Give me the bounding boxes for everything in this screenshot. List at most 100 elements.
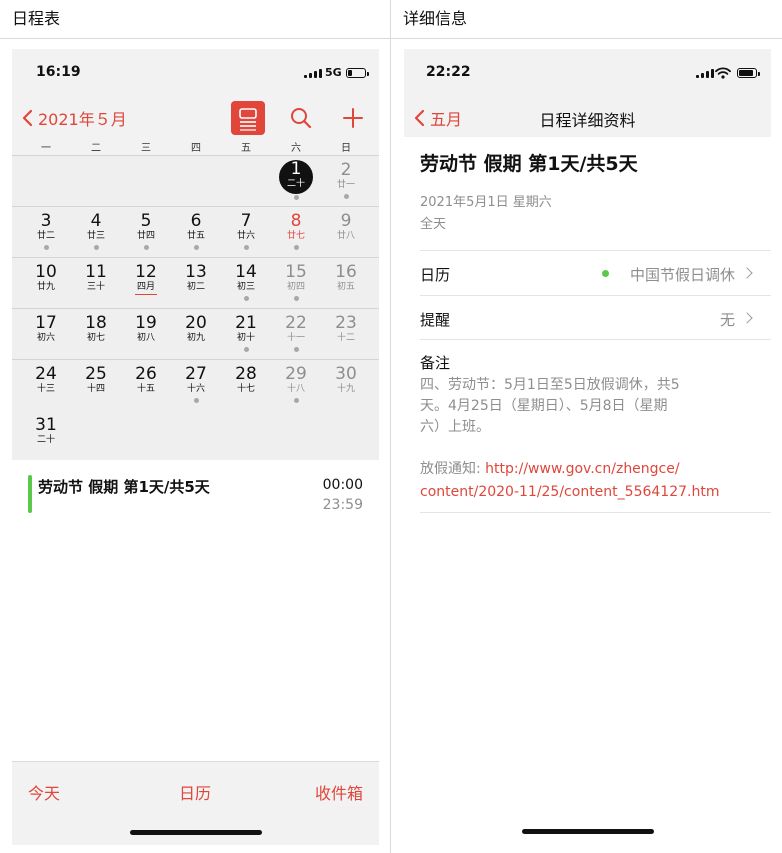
- day-cell[interactable]: 11 三十: [71, 258, 121, 309]
- notice-link[interactable]: http://www.gov.cn/zhengce/: [485, 461, 679, 477]
- day-number: 19: [135, 313, 157, 333]
- day-cell[interactable]: 3 廿二: [21, 207, 71, 258]
- event-row[interactable]: 劳动节 假期 第1天/共5天 00:00 23:59: [12, 473, 379, 517]
- day-cell[interactable]: 2 廿一: [321, 156, 371, 207]
- day-cell[interactable]: 31 二十: [21, 411, 71, 462]
- day-cell[interactable]: 20 初九: [171, 309, 221, 360]
- day-cell[interactable]: 9 廿八: [321, 207, 371, 258]
- event-dot: [143, 245, 149, 250]
- day-cell[interactable]: 15 初四: [271, 258, 321, 309]
- search-button[interactable]: [288, 105, 314, 131]
- day-cell[interactable]: 13 初二: [171, 258, 221, 309]
- wifi-icon: [715, 67, 731, 79]
- list-view-icon: [239, 108, 257, 131]
- lunar-date: 初十: [236, 333, 255, 343]
- day-cell[interactable]: 5 廿四: [121, 207, 171, 258]
- day-number: 11: [85, 262, 107, 282]
- event-dot: [293, 195, 299, 200]
- day-cell[interactable]: 26 十五: [121, 360, 171, 411]
- day-cell[interactable]: 4 廿三: [71, 207, 121, 258]
- list-view-button[interactable]: [231, 101, 265, 135]
- event-dot: [93, 245, 99, 250]
- lunar-date: 廿七: [286, 231, 305, 241]
- day-cell[interactable]: 10 廿九: [21, 258, 71, 309]
- home-indicator: [522, 829, 654, 834]
- day-number: 14: [235, 262, 257, 282]
- battery-icon: [346, 68, 369, 78]
- day-cell[interactable]: 24 十三: [21, 360, 71, 411]
- today-button[interactable]: 今天: [28, 780, 60, 804]
- day-cell[interactable]: 22 十一: [271, 309, 321, 360]
- day-cell[interactable]: 29 十八: [271, 360, 321, 411]
- day-cell[interactable]: 17 初六: [21, 309, 71, 360]
- day-number: 25: [85, 364, 107, 384]
- lunar-date: 初七: [86, 333, 105, 343]
- lunar-month-underline: [135, 294, 157, 295]
- weekday-label: 日: [341, 143, 351, 154]
- day-cell[interactable]: 8 廿七: [271, 207, 321, 258]
- notice-link-continued[interactable]: content/2020-11/25/content_5564127.htm: [420, 481, 719, 504]
- day-events-list: 劳动节 假期 第1天/共5天 00:00 23:59: [12, 461, 379, 761]
- lunar-date: 初五: [336, 282, 355, 292]
- header-divider: [0, 38, 782, 39]
- event-dot: [243, 296, 249, 301]
- calendar-color-dot: [602, 270, 609, 277]
- add-event-button[interactable]: [340, 105, 366, 131]
- lunar-date: 廿一: [336, 180, 355, 190]
- chevron-right-icon: [741, 267, 753, 279]
- lunar-date: 廿五: [186, 231, 205, 241]
- month-grid: 1 二十 2 廿一 3 廿二 4 廿三 5 廿四 6 廿五 7 廿六 8 廿七 9 廿八 10 廿九 11 三十 12 四月 1…: [12, 156, 379, 460]
- link-prefix: 放假通知:: [420, 461, 486, 477]
- day-number: 31: [35, 415, 57, 435]
- alert-row[interactable]: 提醒 无: [420, 295, 771, 340]
- status-bar: 22:22: [404, 49, 771, 99]
- day-number: 7: [240, 211, 252, 231]
- back-to-year-button[interactable]: 2021年５月: [20, 106, 127, 130]
- notes-body: 四、劳动节：5月1日至5日放假调休，共5 天。4月25日（星期日）、5月8日（星…: [420, 375, 680, 438]
- day-cell[interactable]: 18 初七: [71, 309, 121, 360]
- bottom-toolbar: 今天 日历 收件箱: [12, 761, 379, 845]
- event-detail-screen: 22:22 五月 日程详细资料 劳动节 假期 第1天/共5天 2021年5月1日…: [404, 49, 771, 845]
- lunar-date: 初二: [186, 282, 205, 292]
- day-cell[interactable]: 12 四月: [121, 258, 171, 309]
- calendar-row[interactable]: 日历 中国节假日调休: [420, 250, 771, 295]
- day-cell[interactable]: 27 十六: [171, 360, 221, 411]
- day-cell[interactable]: 28 十七: [221, 360, 271, 411]
- day-number: 8: [290, 211, 302, 231]
- day-cell[interactable]: 16 初五: [321, 258, 371, 309]
- day-cell[interactable]: 6 廿五: [171, 207, 221, 258]
- lunar-date: 初四: [286, 282, 305, 292]
- day-cell[interactable]: 21 初十: [221, 309, 271, 360]
- lunar-date: 初六: [36, 333, 55, 343]
- plus-icon: [343, 108, 363, 128]
- calendar-row-label: 日历: [420, 266, 451, 284]
- calendar-row-value: 中国节假日调休: [629, 266, 735, 284]
- lunar-date: 廿二: [36, 231, 55, 241]
- day-cell[interactable]: 19 初八: [121, 309, 171, 360]
- event-date: 2021年5月1日 星期六: [420, 195, 552, 210]
- notes-section: 备注 四、劳动节：5月1日至5日放假调休，共5 天。4月25日（星期日）、5月8…: [420, 339, 771, 513]
- day-cell[interactable]: 30 十九: [321, 360, 371, 411]
- weekday-label: 五: [241, 143, 251, 154]
- day-number: 15: [285, 262, 307, 282]
- day-number: 28: [235, 364, 257, 384]
- cellular-signal-icon: [304, 69, 322, 78]
- day-cell[interactable]: 7 廿六: [221, 207, 271, 258]
- calendar-nav-bar: 2021年５月: [12, 99, 379, 137]
- day-cell[interactable]: 14 初三: [221, 258, 271, 309]
- event-dot: [43, 245, 49, 250]
- search-icon: [291, 108, 312, 129]
- day-number: 30: [335, 364, 357, 384]
- calendars-button[interactable]: 日历: [179, 780, 211, 804]
- lunar-date: 廿八: [336, 231, 355, 241]
- inbox-button[interactable]: 收件箱: [315, 780, 363, 804]
- day-cell[interactable]: 23 十二: [321, 309, 371, 360]
- day-number: 2: [340, 160, 352, 180]
- day-cell[interactable]: 25 十四: [71, 360, 121, 411]
- network-type: 5G: [325, 66, 342, 79]
- lunar-date: 四月: [136, 282, 155, 292]
- left-column-title: 日程表: [12, 9, 61, 28]
- chevron-left-icon: [22, 109, 33, 127]
- event-dot: [293, 296, 299, 301]
- day-cell[interactable]: 1 二十: [271, 156, 321, 207]
